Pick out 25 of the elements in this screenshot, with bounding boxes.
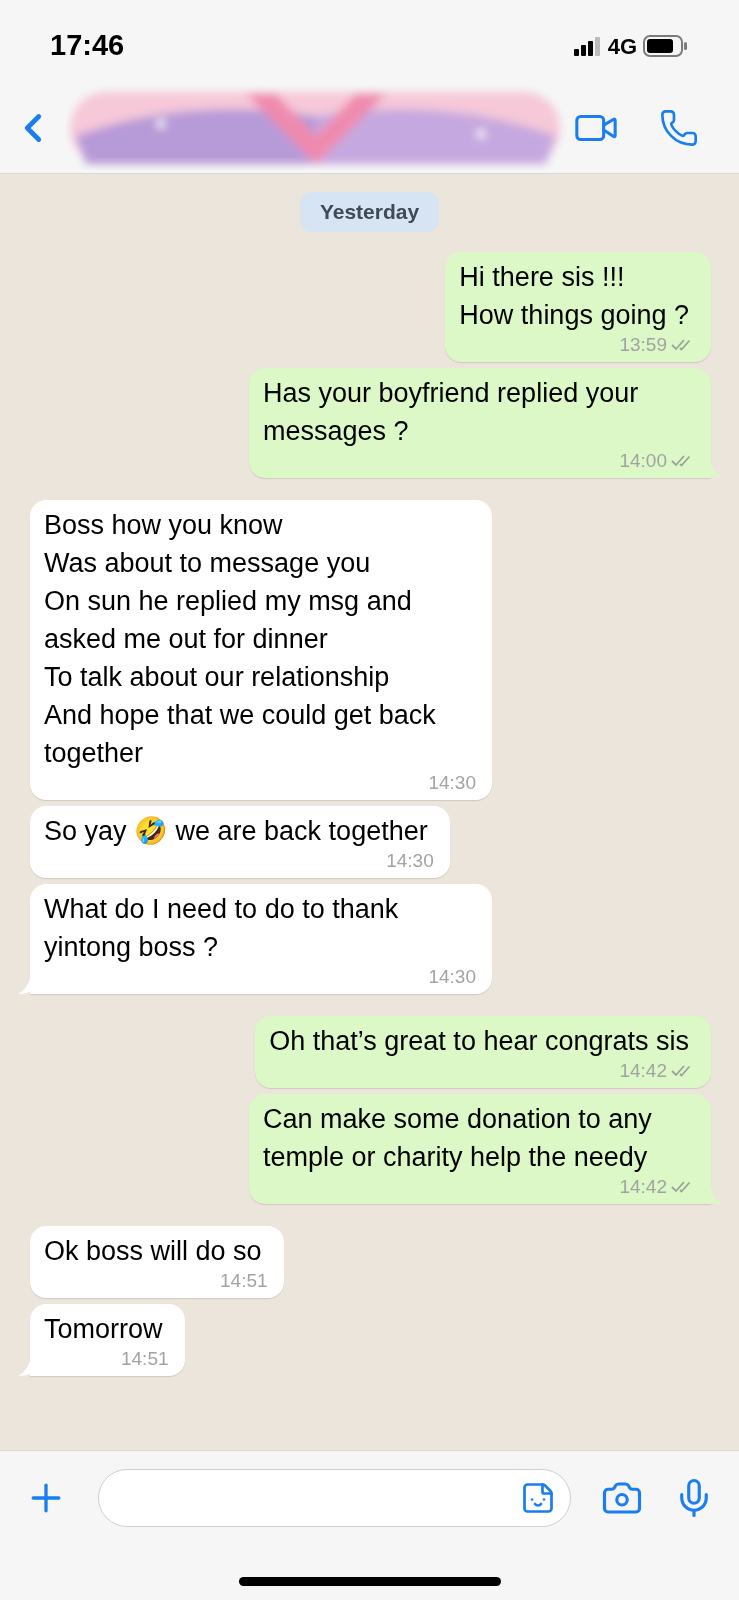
message-text: Ok boss will do so <box>44 1234 263 1268</box>
message-time: 14:30 <box>386 849 434 872</box>
message-time: 13:59 <box>619 333 667 356</box>
date-chip: Yesterday <box>299 192 440 232</box>
phone-call-icon[interactable] <box>659 107 699 148</box>
message-text: Hi there sis !!! How things going ? <box>459 260 690 332</box>
message-text: So yay 🤣 we are back together <box>44 814 429 848</box>
message-text: What do I need to do to thank yintong boss ? <box>44 892 400 964</box>
battery-icon <box>643 35 689 57</box>
message-time: 14:42 <box>619 1059 667 1082</box>
message-time: 14:00 <box>619 449 667 472</box>
message-text: Boss how you know Was about to message you On sun he replied my msg and asked me out for dinner To talk about our relationship And hope that we could get back together <box>44 508 437 770</box>
message-text: Oh that’s great to hear congrats sis <box>269 1024 690 1058</box>
message-time: 14:51 <box>220 1269 268 1292</box>
network-label: 4G <box>607 32 637 61</box>
message-text: Tomorrow <box>44 1312 164 1346</box>
message-time: 14:42 <box>619 1175 667 1198</box>
message-time: 14:30 <box>428 965 476 988</box>
message-text: Can make some donation to any temple or charity help the needy <box>263 1102 653 1174</box>
message-time: 14:51 <box>121 1347 169 1370</box>
message-text: Has your boyfriend replied your messages ? <box>263 376 640 448</box>
message-time: 14:30 <box>428 771 476 794</box>
sticker-icon[interactable] <box>520 1480 556 1516</box>
status-time: 17:46 <box>50 28 125 64</box>
signal-icon <box>573 36 602 56</box>
